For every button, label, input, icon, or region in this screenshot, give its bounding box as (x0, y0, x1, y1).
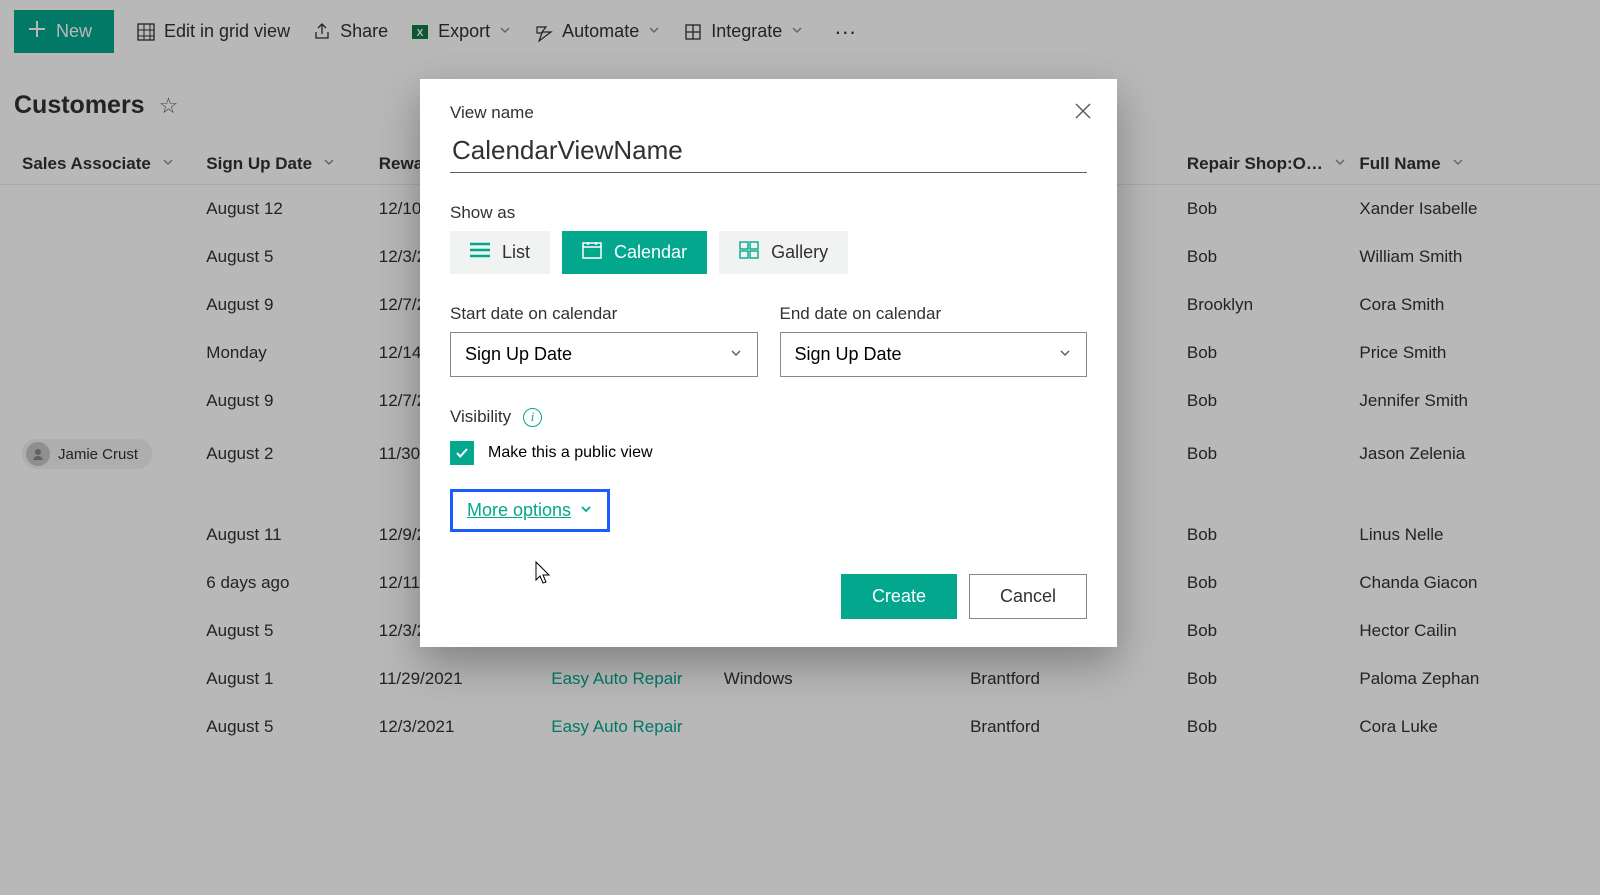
chevron-down-icon (729, 344, 743, 365)
visibility-label: Visibility (450, 407, 511, 427)
start-date-label: Start date on calendar (450, 304, 758, 324)
close-button[interactable] (1069, 97, 1097, 125)
calendar-icon (582, 241, 602, 264)
view-name-input[interactable] (450, 131, 1087, 173)
info-icon[interactable]: i (523, 408, 542, 427)
end-date-label: End date on calendar (780, 304, 1088, 324)
create-view-dialog: View name Show as List Calendar Gallery … (420, 79, 1117, 647)
chevron-down-icon (579, 500, 593, 521)
show-as-label: Show as (450, 203, 1087, 223)
show-as-list[interactable]: List (450, 231, 550, 274)
create-button[interactable]: Create (841, 574, 957, 619)
cancel-button[interactable]: Cancel (969, 574, 1087, 619)
more-options-toggle[interactable]: More options (450, 489, 610, 532)
checkbox-checked-icon (450, 441, 474, 465)
gallery-icon (739, 241, 759, 264)
close-icon (1074, 102, 1092, 120)
public-view-checkbox-row[interactable]: Make this a public view (450, 441, 1087, 465)
chevron-down-icon (1058, 344, 1072, 365)
start-date-select[interactable]: Sign Up Date (450, 332, 758, 377)
view-name-label: View name (450, 103, 1087, 123)
end-date-select[interactable]: Sign Up Date (780, 332, 1088, 377)
show-as-gallery[interactable]: Gallery (719, 231, 848, 274)
show-as-calendar[interactable]: Calendar (562, 231, 707, 274)
public-view-label: Make this a public view (488, 444, 653, 462)
list-icon (470, 242, 490, 263)
